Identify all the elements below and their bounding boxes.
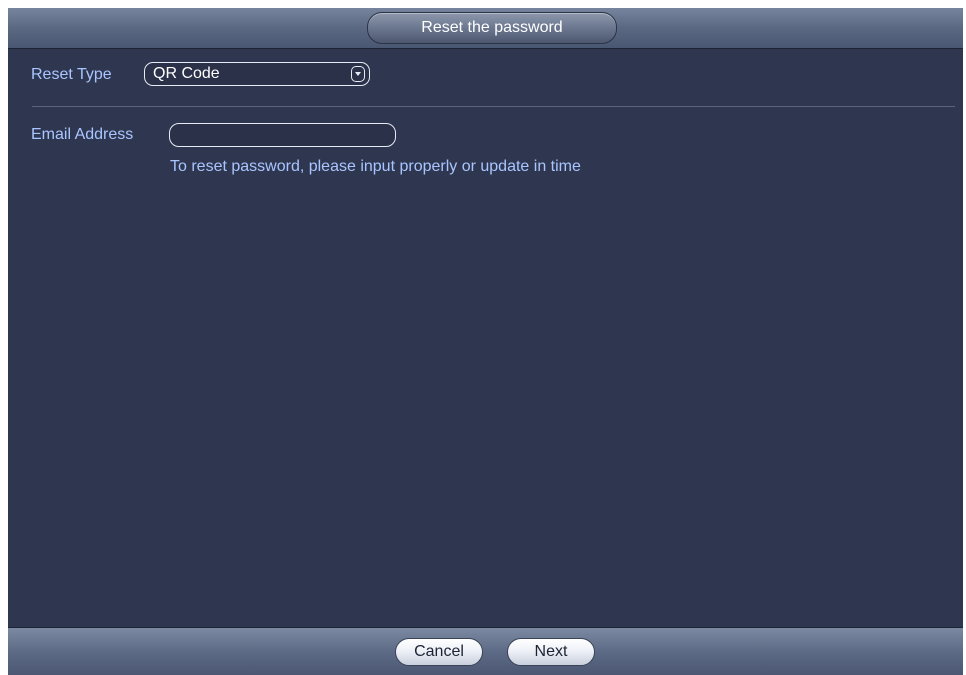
email-address-label: Email Address: [31, 126, 134, 143]
email-address-input[interactable]: [169, 123, 396, 147]
reset-type-value: QR Code: [153, 65, 220, 82]
email-hint-text: To reset password, please input properly…: [170, 158, 581, 175]
section-divider: [32, 106, 955, 107]
chevron-down-icon[interactable]: [351, 66, 365, 82]
dialog-title: Reset the password: [367, 12, 617, 44]
reset-type-label: Reset Type: [31, 66, 112, 83]
reset-type-select[interactable]: QR Code: [144, 62, 370, 86]
title-bar: Reset the password: [8, 8, 963, 49]
next-button[interactable]: Next: [507, 638, 595, 666]
cancel-button[interactable]: Cancel: [395, 638, 483, 666]
footer-bar: Cancel Next: [8, 627, 963, 675]
reset-password-dialog: Reset the password Reset Type QR Code Em…: [8, 8, 963, 675]
